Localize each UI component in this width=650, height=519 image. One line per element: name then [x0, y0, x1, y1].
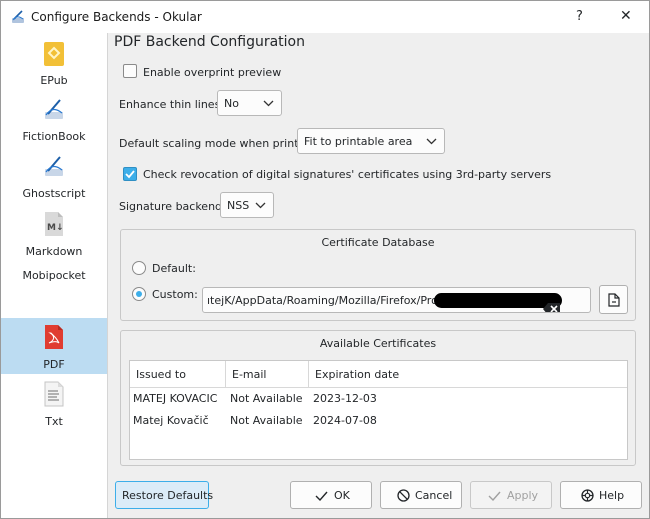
cell-issued-to: MATEJ KOVACIC: [133, 392, 218, 405]
checkmark-icon: [488, 491, 501, 501]
thin-lines-combo[interactable]: No: [217, 90, 282, 116]
sidebar-item-mobipocket[interactable]: Mobipocket: [1, 266, 107, 288]
help-title-button[interactable]: ?: [576, 9, 583, 24]
ok-label: OK: [334, 489, 350, 502]
certificate-database-group: Certificate Database Default: Custom: ıt…: [120, 229, 636, 321]
open-file-icon: [608, 293, 620, 307]
overprint-checkbox[interactable]: [123, 64, 137, 78]
markdown-icon: M↓: [43, 211, 65, 237]
okular-icon: [43, 154, 65, 180]
help-button[interactable]: Help: [560, 481, 642, 509]
custom-radio-label: Custom:: [152, 288, 198, 301]
cell-email: Not Available: [230, 392, 303, 405]
cancel-icon: [397, 489, 410, 502]
restore-defaults-label: Restore Defaults: [122, 489, 214, 502]
available-certificates-group: Available Certificates Issued to E-mail …: [120, 330, 636, 466]
title-bar: Configure Backends - Okular ? ✕: [1, 1, 649, 33]
custom-radio[interactable]: [132, 287, 146, 301]
okular-icon: [43, 97, 65, 123]
column-header-email[interactable]: E-mail: [226, 361, 309, 387]
sidebar-item-label: Txt: [45, 415, 63, 428]
checkmark-icon: [125, 170, 135, 179]
cell-expiration: 2023-12-03: [313, 392, 377, 405]
sidebar-item-markdown[interactable]: M↓ Markdown: [1, 208, 107, 264]
page-title: PDF Backend Configuration: [114, 34, 305, 50]
sidebar-item-label: Ghostscript: [22, 187, 86, 200]
sig-backend-value: NSS: [227, 199, 250, 212]
group-title: Certificate Database: [321, 236, 435, 249]
sidebar-item-label: PDF: [43, 358, 65, 371]
text-file-icon: [43, 381, 65, 407]
sidebar-item-epub[interactable]: EPub: [1, 35, 107, 91]
okular-app-icon: [10, 9, 26, 25]
thin-lines-value: No: [224, 97, 239, 110]
apply-label: Apply: [507, 489, 539, 502]
sidebar-item-label: Markdown: [25, 245, 83, 258]
group-title: Available Certificates: [319, 337, 437, 350]
scaling-combo[interactable]: Fit to printable area: [297, 128, 445, 154]
window-title: Configure Backends - Okular: [31, 10, 202, 24]
thin-lines-label: Enhance thin lines:: [119, 98, 225, 111]
scaling-value: Fit to printable area: [304, 135, 413, 148]
chevron-down-icon: [263, 100, 274, 107]
cell-issued-to: Matej Kovačič: [133, 414, 209, 427]
lifebuoy-icon: [581, 489, 594, 502]
pdf-icon: [43, 324, 65, 350]
cancel-button[interactable]: Cancel: [380, 481, 462, 509]
sig-backend-label: Signature backend:: [119, 200, 226, 213]
ok-button[interactable]: OK: [290, 481, 372, 509]
default-radio[interactable]: [132, 261, 146, 275]
cancel-label: Cancel: [415, 489, 453, 502]
sidebar-item-label: FictionBook: [22, 130, 86, 143]
custom-path-input[interactable]: ıtejK/AppData/Roaming/Mozilla/Firefox/Pr…: [202, 287, 591, 313]
dialog-window: Configure Backends - Okular ? ✕ EPub Fic…: [0, 0, 650, 519]
sidebar-item-fictionbook[interactable]: FictionBook: [1, 93, 107, 149]
sig-backend-combo[interactable]: NSS: [220, 192, 274, 218]
certificates-table: Issued to E-mail Expiration date MATEJ K…: [129, 360, 628, 460]
chevron-down-icon: [426, 138, 437, 145]
apply-button[interactable]: Apply: [470, 481, 552, 509]
column-header-expiration[interactable]: Expiration date: [309, 361, 627, 387]
svg-text:M↓: M↓: [47, 223, 64, 233]
sidebar-item-pdf[interactable]: PDF: [1, 318, 107, 374]
sidebar-item-label: EPub: [40, 74, 68, 87]
close-button[interactable]: ✕: [620, 8, 632, 24]
cell-email: Not Available: [230, 414, 303, 427]
table-row[interactable]: Matej Kovačič Not Available 2024-07-08: [130, 410, 627, 432]
overprint-label: Enable overprint preview: [143, 66, 282, 79]
sidebar-item-ghostscript[interactable]: Ghostscript: [1, 150, 107, 206]
checkmark-icon: [315, 491, 328, 501]
sidebar-item-label: Mobipocket: [22, 269, 86, 282]
custom-path-value: ıtejK/AppData/Roaming/Mozilla/Firefox/Pr…: [207, 294, 464, 307]
sidebar-item-txt[interactable]: Txt: [1, 378, 107, 434]
backend-sidebar: EPub FictionBook Ghostscript M↓ Markdown…: [1, 33, 108, 518]
help-label: Help: [599, 489, 625, 502]
cell-expiration: 2024-07-08: [313, 414, 377, 427]
browse-file-button[interactable]: [599, 285, 628, 314]
revocation-label: Check revocation of digital signatures' …: [143, 168, 552, 181]
revocation-checkbox[interactable]: [123, 167, 137, 181]
table-row[interactable]: MATEJ KOVACIC Not Available 2023-12-03: [130, 388, 627, 410]
restore-defaults-button[interactable]: Restore Defaults: [115, 481, 213, 509]
default-radio-label: Default:: [152, 262, 196, 275]
scaling-label: Default scaling mode when printing:: [119, 137, 320, 150]
epub-icon: [43, 41, 65, 67]
chevron-down-icon: [255, 202, 266, 209]
column-header-issued-to[interactable]: Issued to: [130, 361, 226, 387]
